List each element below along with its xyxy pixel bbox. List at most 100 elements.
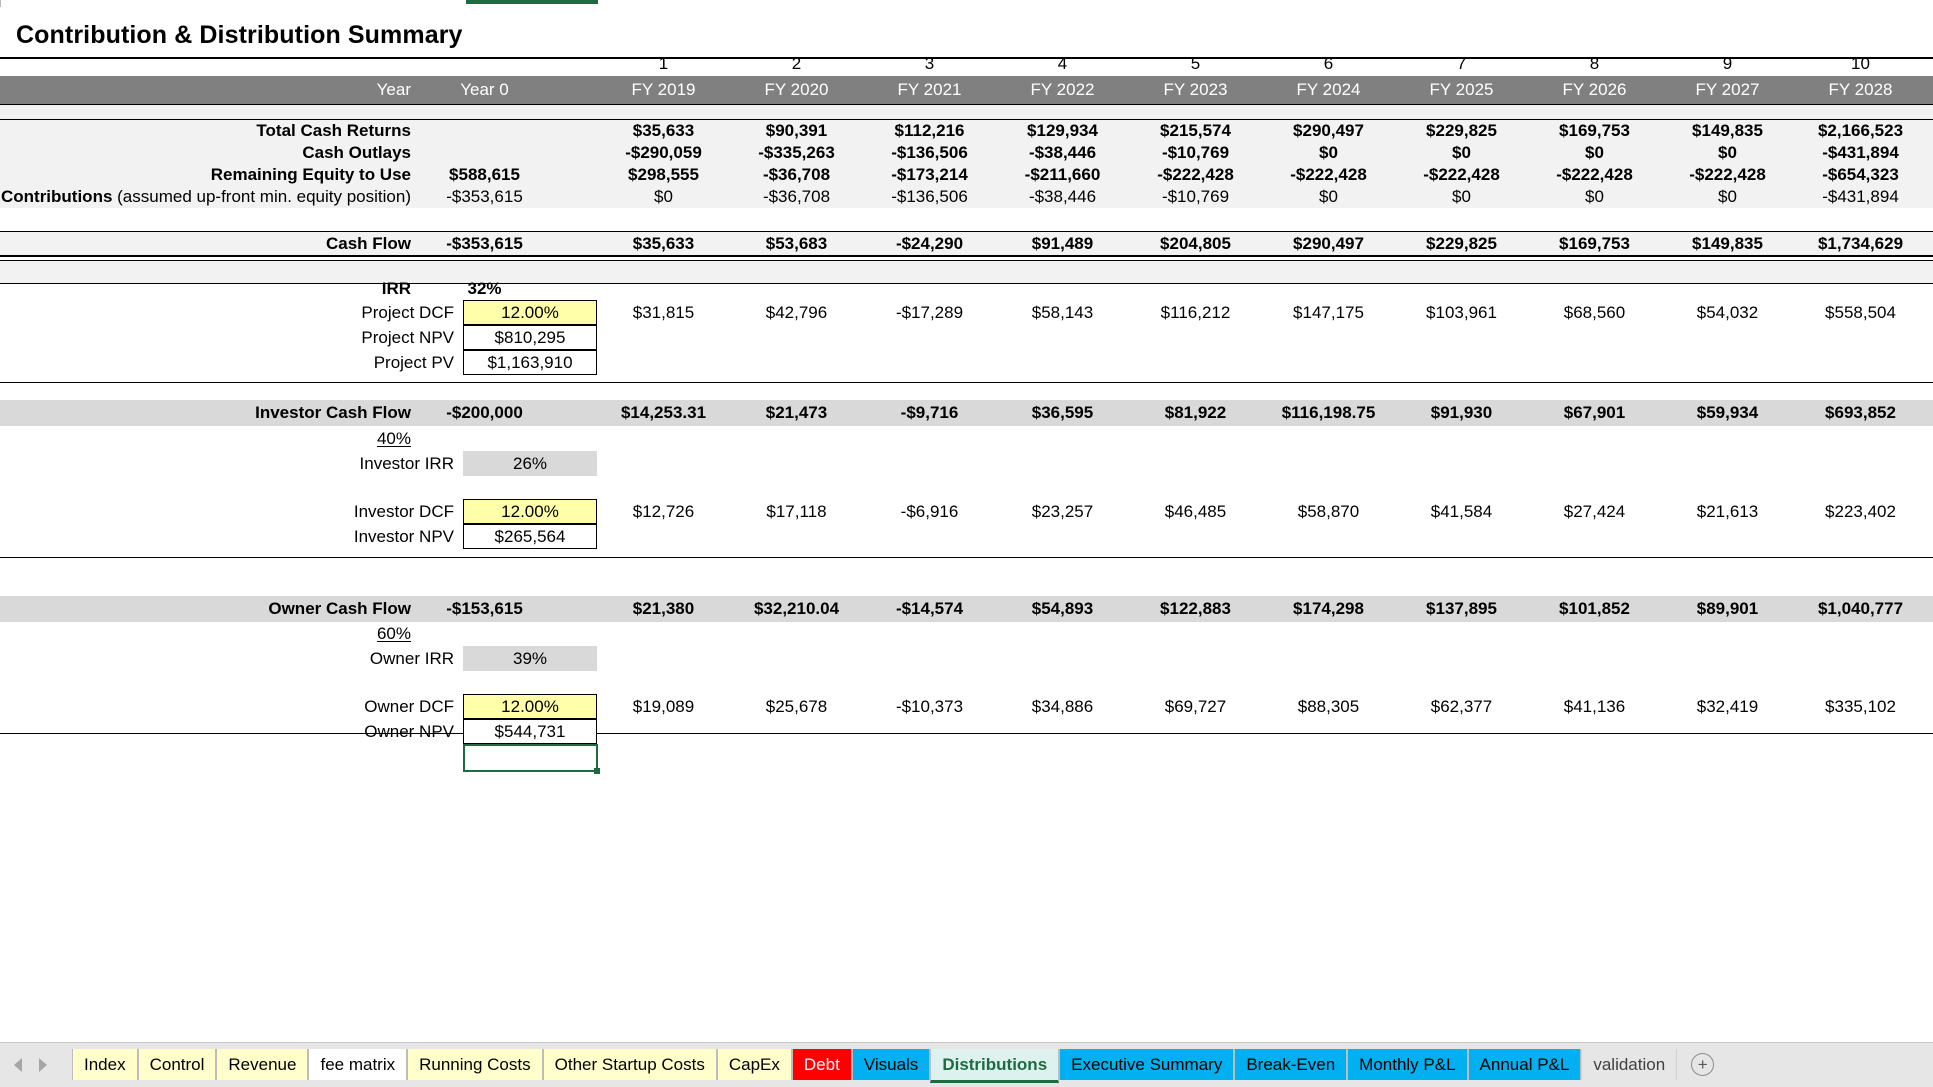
cell-value[interactable]: -$36,708	[730, 165, 863, 185]
cell-value[interactable]: $23,257	[996, 502, 1129, 522]
cell-value[interactable]: $298,555	[597, 165, 730, 185]
cell-value[interactable]: $68,560	[1528, 303, 1661, 323]
cell-value[interactable]: $174,298	[1262, 599, 1395, 619]
sheet-tab-validation[interactable]: validation	[1581, 1049, 1678, 1080]
sheet-tab-debt[interactable]: Debt	[791, 1049, 852, 1080]
project-pv-cell[interactable]: $1,163,910	[463, 350, 597, 375]
cell-value[interactable]: $0	[1661, 187, 1794, 207]
cell-value[interactable]: -$10,373	[863, 697, 996, 717]
cell-value[interactable]: $14,253.31	[597, 403, 730, 423]
sheet-tab-other-startup-costs[interactable]: Other Startup Costs	[542, 1049, 717, 1080]
cell-value[interactable]: $91,930	[1395, 403, 1528, 423]
cell-value[interactable]: $17,118	[730, 502, 863, 522]
cell-value[interactable]: $27,424	[1528, 502, 1661, 522]
sheet-tab-visuals[interactable]: Visuals	[851, 1049, 931, 1080]
cell-value[interactable]: $229,825	[1395, 234, 1528, 254]
cell-value[interactable]: $62,377	[1395, 697, 1528, 717]
cell-value[interactable]: $21,613	[1661, 502, 1794, 522]
cell-value[interactable]: -$10,769	[1129, 143, 1262, 163]
cell-value[interactable]: $0	[1262, 187, 1395, 207]
sheet-nav-arrows[interactable]	[6, 1054, 68, 1076]
cell-value[interactable]: -$38,446	[996, 143, 1129, 163]
cell-year0[interactable]: -$200,000	[420, 403, 549, 423]
cell-value[interactable]: $32,210.04	[730, 599, 863, 619]
cell-value[interactable]: $53,683	[730, 234, 863, 254]
cell-value[interactable]: $169,753	[1528, 234, 1661, 254]
owner-irr-cell[interactable]: 39%	[463, 646, 597, 671]
sheet-tab-distributions[interactable]: Distributions	[930, 1049, 1060, 1083]
cell-value[interactable]: $101,852	[1528, 599, 1661, 619]
cell-value[interactable]: $149,835	[1661, 121, 1794, 141]
cell-value[interactable]: $89,901	[1661, 599, 1794, 619]
cell-value[interactable]: $58,870	[1262, 502, 1395, 522]
scroll-right-icon[interactable]	[39, 1058, 47, 1072]
cell-value[interactable]: $12,726	[597, 502, 730, 522]
cell-value[interactable]: $36,595	[996, 403, 1129, 423]
cell-value[interactable]: $129,934	[996, 121, 1129, 141]
cell-value[interactable]: $21,473	[730, 403, 863, 423]
cell-value[interactable]: -$290,059	[597, 143, 730, 163]
cell-value[interactable]: $34,886	[996, 697, 1129, 717]
cell-value[interactable]: $32,419	[1661, 697, 1794, 717]
cell-year0[interactable]: -$353,615	[420, 187, 549, 207]
cell-value[interactable]: $0	[597, 187, 730, 207]
sheet-tab-break-even[interactable]: Break-Even	[1234, 1049, 1348, 1080]
cell-value[interactable]: $122,883	[1129, 599, 1262, 619]
cell-value[interactable]: $54,032	[1661, 303, 1794, 323]
scroll-left-icon[interactable]	[14, 1058, 22, 1072]
investor-dcf-input-cell[interactable]: 12.00%	[463, 499, 597, 524]
owner-share-pct[interactable]: 60%	[0, 624, 420, 644]
cell-value[interactable]: -$222,428	[1528, 165, 1661, 185]
cell-value[interactable]: -$211,660	[996, 165, 1129, 185]
active-cell-selection[interactable]	[463, 744, 598, 772]
cell-value[interactable]: $137,895	[1395, 599, 1528, 619]
cell-value[interactable]: -$222,428	[1395, 165, 1528, 185]
cell-value[interactable]: $290,497	[1262, 234, 1395, 254]
cell-value[interactable]: -$9,716	[863, 403, 996, 423]
project-irr-value[interactable]: 32%	[420, 279, 549, 299]
cell-value[interactable]: $35,633	[597, 121, 730, 141]
sheet-tab-control[interactable]: Control	[137, 1049, 217, 1080]
cell-year0[interactable]: -$153,615	[420, 599, 549, 619]
owner-npv-cell[interactable]: $544,731	[463, 719, 597, 744]
cell-value[interactable]: -$14,574	[863, 599, 996, 619]
cell-value[interactable]: $169,753	[1528, 121, 1661, 141]
cell-value[interactable]: $290,497	[1262, 121, 1395, 141]
cell-value[interactable]: $2,166,523	[1794, 121, 1927, 141]
sheet-tab-executive-summary[interactable]: Executive Summary	[1059, 1049, 1235, 1080]
cell-value[interactable]: $59,934	[1661, 403, 1794, 423]
sheet-tab-monthly-p-l[interactable]: Monthly P&L	[1347, 1049, 1468, 1080]
cell-value[interactable]: $41,584	[1395, 502, 1528, 522]
cell-value[interactable]: -$24,290	[863, 234, 996, 254]
cell-value[interactable]: $46,485	[1129, 502, 1262, 522]
cell-value[interactable]: $81,922	[1129, 403, 1262, 423]
cell-value[interactable]: -$10,769	[1129, 187, 1262, 207]
cell-value[interactable]: $69,727	[1129, 697, 1262, 717]
cell-value[interactable]: $25,678	[730, 697, 863, 717]
cell-value[interactable]: $0	[1661, 143, 1794, 163]
cell-value[interactable]: $112,216	[863, 121, 996, 141]
cell-value[interactable]: $116,212	[1129, 303, 1262, 323]
investor-irr-cell[interactable]: 26%	[463, 451, 597, 476]
sheet-tab-annual-p-l[interactable]: Annual P&L	[1467, 1049, 1582, 1080]
cell-value[interactable]: $91,489	[996, 234, 1129, 254]
cell-value[interactable]: $1,734,629	[1794, 234, 1927, 254]
cell-value[interactable]: -$136,506	[863, 143, 996, 163]
sheet-tab-running-costs[interactable]: Running Costs	[407, 1049, 543, 1080]
cell-value[interactable]: $204,805	[1129, 234, 1262, 254]
cell-value[interactable]: $558,504	[1794, 303, 1927, 323]
cell-value[interactable]: $58,143	[996, 303, 1129, 323]
cell-value[interactable]: $42,796	[730, 303, 863, 323]
add-sheet-icon[interactable]: +	[1691, 1053, 1715, 1076]
project-npv-cell[interactable]: $810,295	[463, 325, 597, 350]
cell-value[interactable]: $31,815	[597, 303, 730, 323]
cell-value[interactable]: -$431,894	[1794, 143, 1927, 163]
cell-value[interactable]: $229,825	[1395, 121, 1528, 141]
cell-value[interactable]: $21,380	[597, 599, 730, 619]
cell-value[interactable]: $35,633	[597, 234, 730, 254]
cell-value[interactable]: $19,089	[597, 697, 730, 717]
cell-value[interactable]: $116,198.75	[1262, 403, 1395, 423]
project-dcf-input-cell[interactable]: 12.00%	[463, 300, 597, 325]
fill-handle[interactable]	[594, 768, 600, 774]
cell-value[interactable]: -$136,506	[863, 187, 996, 207]
